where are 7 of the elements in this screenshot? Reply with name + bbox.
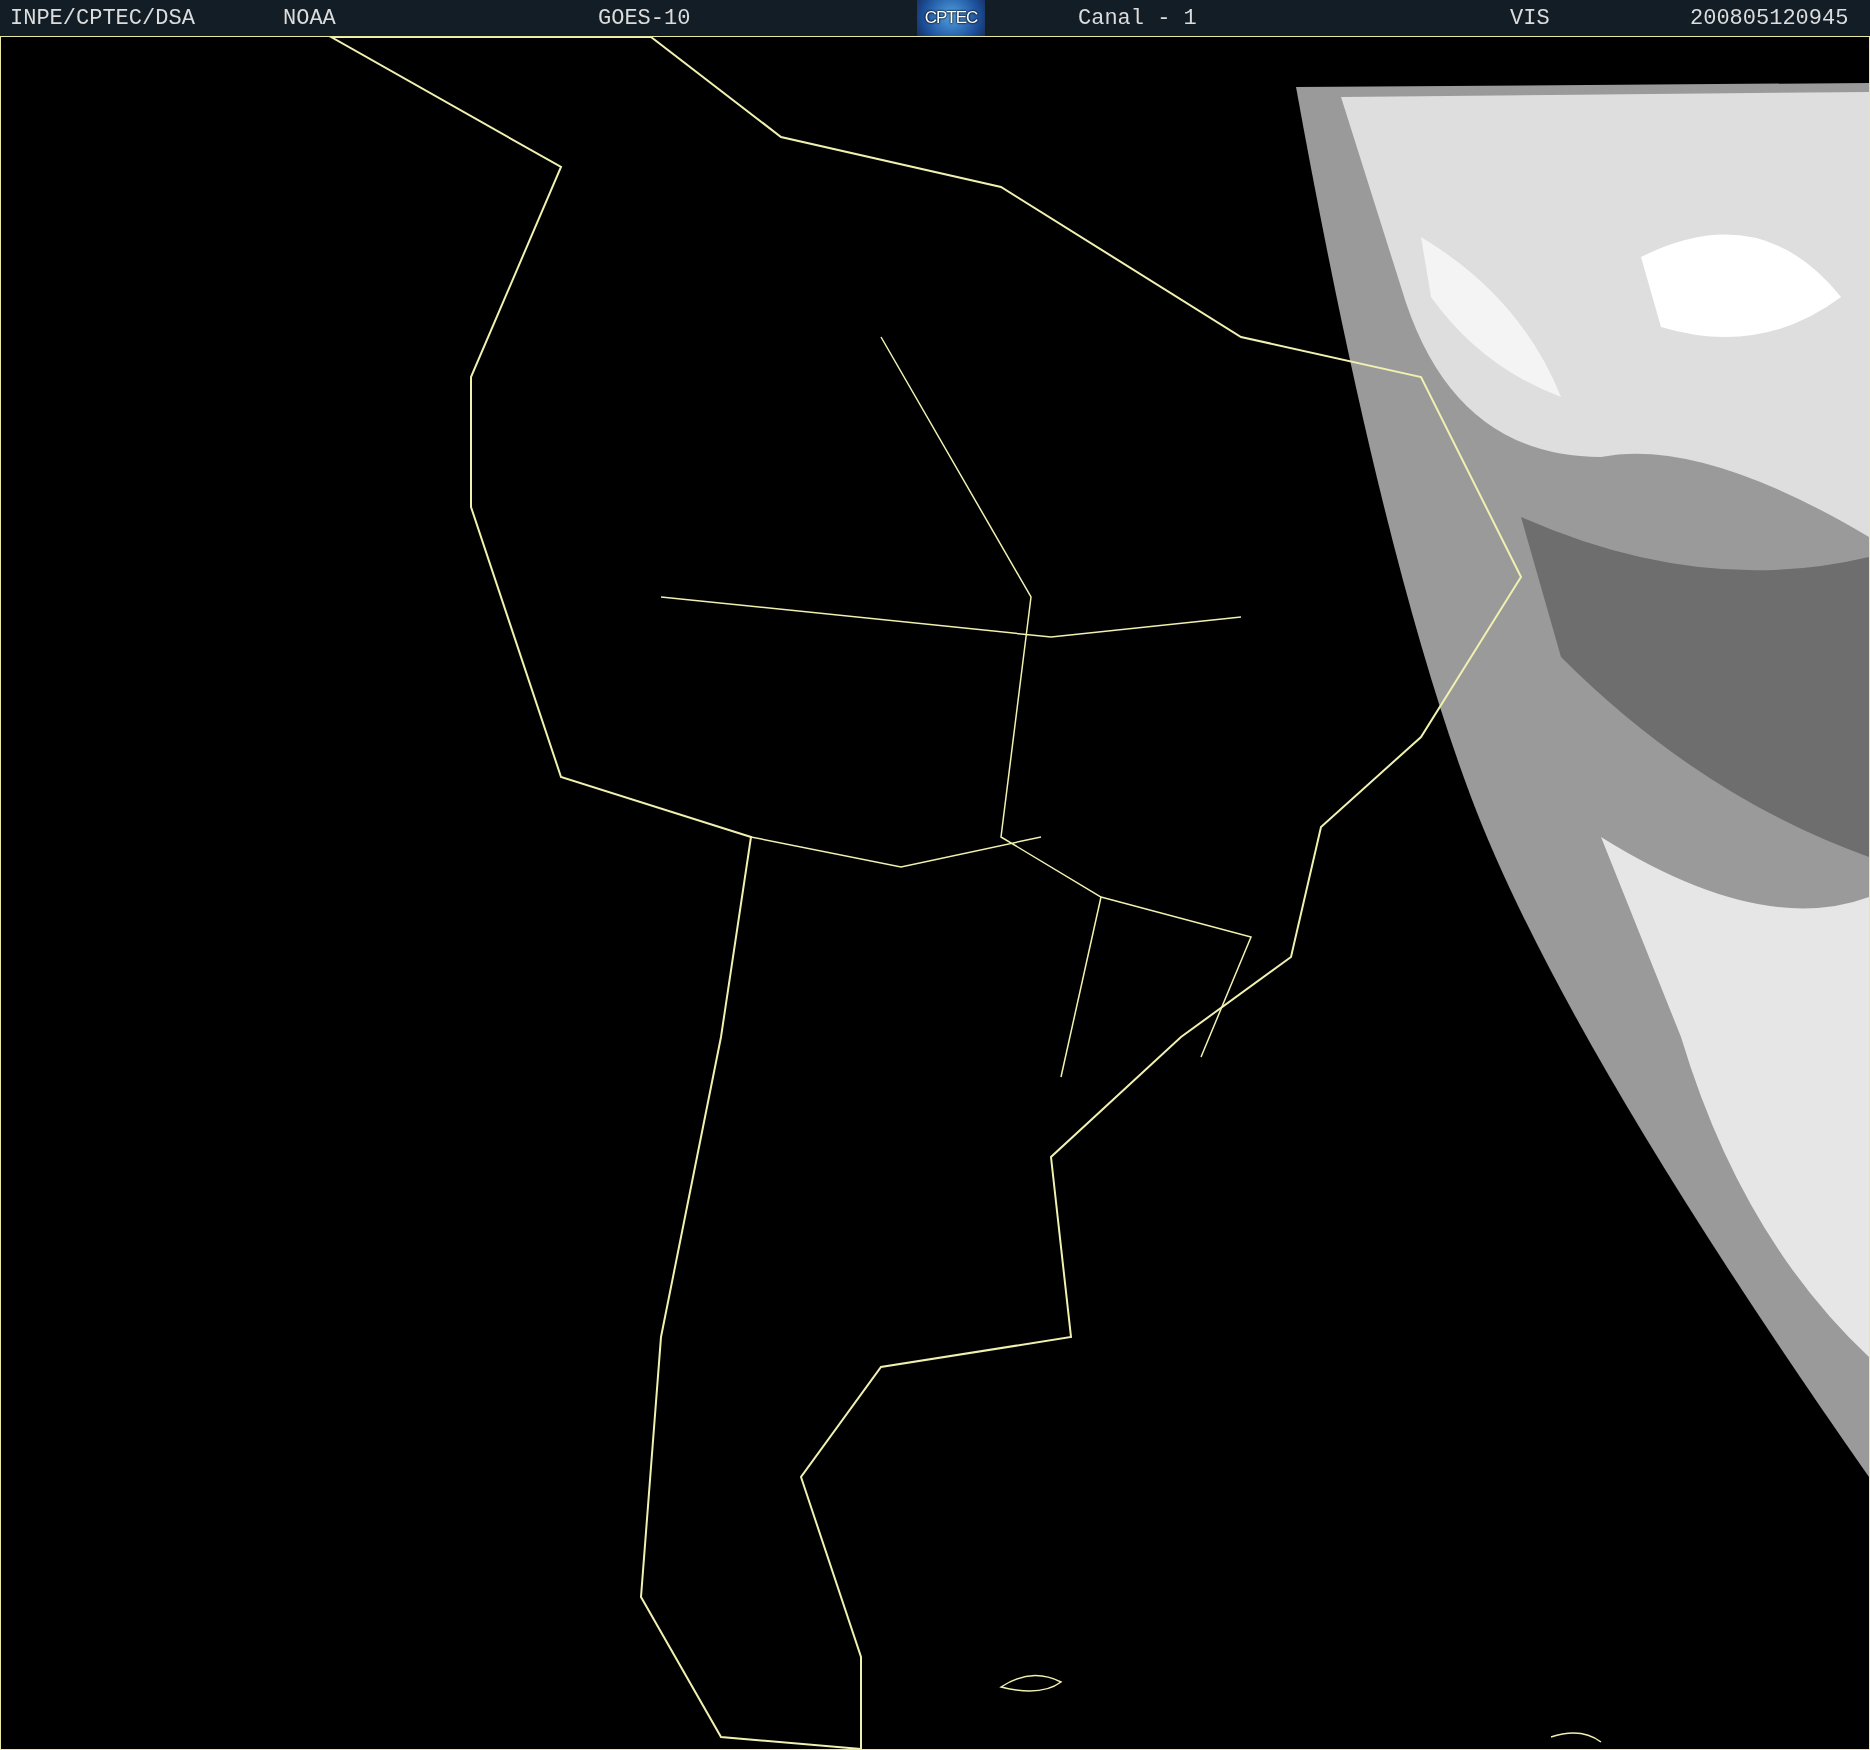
header-label: Canal - 1 bbox=[1078, 5, 1198, 31]
header-label: INPE/CPTEC/DSA bbox=[10, 5, 196, 31]
header-label: VIS bbox=[1510, 5, 1551, 31]
header-label: NOAA bbox=[283, 5, 337, 31]
logo: CPTEC bbox=[917, 0, 985, 36]
header-label: 200805120945 bbox=[1690, 5, 1850, 31]
header-label: GOES-10 bbox=[598, 5, 692, 31]
